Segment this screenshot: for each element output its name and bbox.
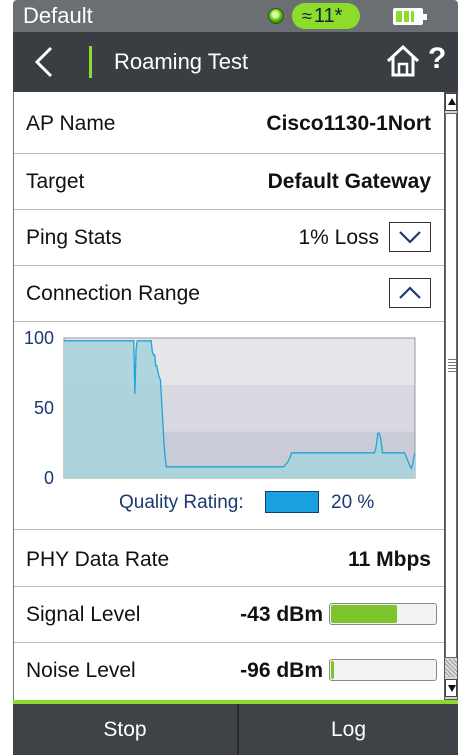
noise-level-fill xyxy=(331,661,335,679)
log-button[interactable]: Log xyxy=(239,704,458,755)
signal-level-bar xyxy=(329,603,437,625)
noise-level-value: -96 dBm xyxy=(240,659,323,682)
phy-rate-value: 11 Mbps xyxy=(348,548,431,571)
profile-name: Default xyxy=(23,3,93,28)
y-tick-label: 100 xyxy=(24,328,54,348)
ping-stats-label: Ping Stats xyxy=(26,226,122,249)
scroll-thumb[interactable] xyxy=(445,113,457,658)
ping-stats-value: 1% Loss xyxy=(298,226,379,249)
target-row: Target Default Gateway xyxy=(14,154,444,210)
quality-rating-swatch xyxy=(265,491,319,513)
quality-rating-value: 20 % xyxy=(331,492,375,513)
connection-range-row: Connection Range xyxy=(14,266,444,322)
home-button[interactable] xyxy=(386,44,420,78)
ap-name-row: AP Name Cisco1130-1Nort xyxy=(14,92,444,154)
arrow-up-icon xyxy=(448,98,456,105)
back-icon xyxy=(34,46,53,78)
noise-level-bar xyxy=(329,659,437,681)
battery-level xyxy=(396,11,415,22)
phy-rate-row: PHY Data Rate 11 Mbps xyxy=(14,530,444,587)
scrollbar[interactable] xyxy=(444,92,458,700)
scroll-up-button[interactable] xyxy=(445,93,457,111)
phy-rate-label: PHY Data Rate xyxy=(26,548,170,571)
chevron-down-icon xyxy=(399,231,421,244)
signal-level-row: Signal Level -43 dBm xyxy=(14,587,444,643)
signal-level-label: Signal Level xyxy=(26,603,141,626)
ap-name-value: Cisco1130-1Nort xyxy=(266,112,431,135)
noise-level-row: Noise Level -96 dBm xyxy=(14,643,444,700)
target-label: Target xyxy=(26,170,85,193)
wifi-icon: ≈ xyxy=(302,6,312,26)
bottom-bar: Stop Log xyxy=(13,704,458,755)
signal-level-value: -43 dBm xyxy=(240,603,323,626)
connection-range-collapse-button[interactable] xyxy=(389,278,431,308)
help-icon[interactable]: ? xyxy=(428,42,446,76)
home-icon xyxy=(386,44,420,77)
ping-stats-row: Ping Stats 1% Loss xyxy=(14,210,444,266)
back-button[interactable] xyxy=(31,44,71,80)
scroll-down-button[interactable] xyxy=(445,679,457,697)
noise-level-label: Noise Level xyxy=(26,659,136,682)
ping-stats-expand-button[interactable] xyxy=(389,222,431,252)
grip-icon xyxy=(448,359,456,373)
stop-button[interactable]: Stop xyxy=(13,704,237,755)
scroll-track[interactable] xyxy=(445,659,457,677)
content-panel: AP Name Cisco1130-1Nort Target Default G… xyxy=(13,92,444,700)
quality-rating-label: Quality Rating: xyxy=(119,492,244,513)
chevron-up-icon xyxy=(399,286,421,299)
connection-range-chart: 100 50 0 Quality Rating: 20 % xyxy=(14,322,444,530)
page-title: Roaming Test xyxy=(114,49,249,74)
header-divider xyxy=(89,46,92,78)
signal-level-fill xyxy=(331,605,397,623)
header: Roaming Test ? xyxy=(13,32,458,92)
connection-range-label: Connection Range xyxy=(26,282,200,305)
wifi-status[interactable]: ≈11* xyxy=(292,3,360,29)
status-led-icon xyxy=(268,8,284,24)
target-value: Default Gateway xyxy=(267,170,431,193)
battery-icon xyxy=(393,8,427,25)
y-tick-label: 0 xyxy=(44,468,54,488)
arrow-down-icon xyxy=(448,685,456,692)
ap-name-label: AP Name xyxy=(26,112,116,135)
wifi-channel: 11* xyxy=(313,5,343,27)
status-bar: Default ≈11* xyxy=(13,0,458,32)
y-tick-label: 50 xyxy=(34,398,54,418)
